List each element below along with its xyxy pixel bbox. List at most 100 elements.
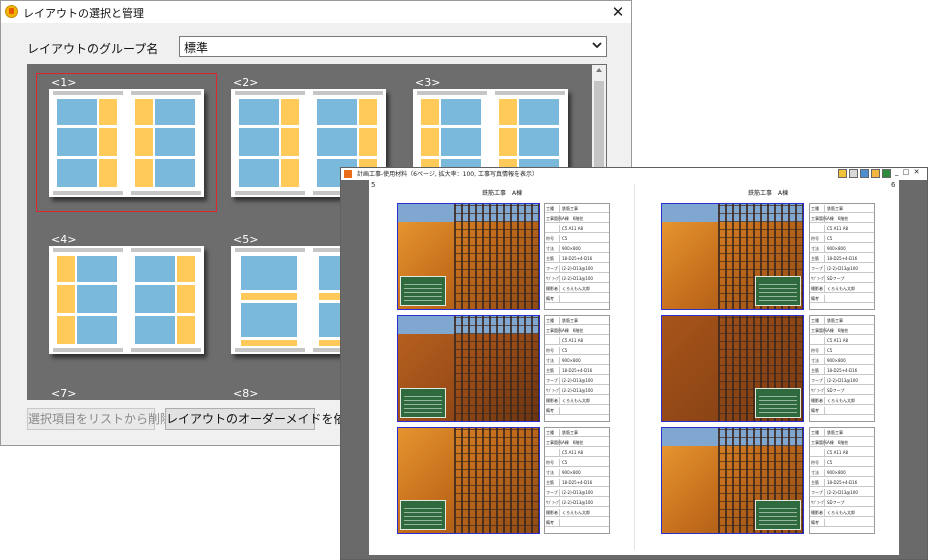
- cell: [57, 159, 97, 187]
- info-value: SDフープ: [827, 500, 845, 505]
- info-key: 工事箇所: [811, 439, 827, 446]
- info-key: 工種: [811, 429, 825, 436]
- info-row: 備考: [545, 295, 609, 303]
- info-key: 符号: [811, 459, 825, 466]
- info-row: 符号 C5: [810, 347, 874, 355]
- dialog-title: レイアウトの選択と管理: [23, 7, 144, 20]
- info-row: 主筋 18-D25+4-D16: [545, 367, 609, 375]
- info-key: 工種: [546, 205, 560, 212]
- info-value: (2-2)-D13@100: [827, 490, 858, 495]
- info-key: 備考: [546, 295, 560, 302]
- cell: [177, 316, 195, 344]
- photo-info-table: 工種 鉄筋工事 工事箇所 A棟 6階柱 C5 A11 A8 符号 C5 寸法 900×800 主筋…: [544, 315, 610, 422]
- site-photo[interactable]: [397, 203, 540, 310]
- layout-tile-1[interactable]: [49, 89, 204, 197]
- info-value: 18-D25+4-D16: [827, 368, 858, 373]
- info-value: 18-D25+4-D16: [562, 368, 593, 373]
- info-row: ｻﾌﾞﾌｰﾌﾟ SDフープ: [810, 387, 874, 395]
- info-value: C5: [827, 236, 833, 241]
- info-key: ｻﾌﾞﾌｰﾌﾟ: [546, 387, 560, 394]
- folder-icon[interactable]: [838, 169, 847, 178]
- site-photo[interactable]: [661, 203, 804, 310]
- info-key: 備考: [546, 519, 560, 526]
- tile-page: [131, 248, 201, 352]
- close-icon[interactable]: ✕: [607, 1, 629, 23]
- cell: [155, 99, 195, 125]
- window-controls[interactable]: _ □ ✕: [895, 168, 920, 176]
- info-value: くろえもん太郎: [827, 398, 855, 403]
- scroll-up-icon[interactable]: [592, 65, 606, 79]
- page-number-left: 5: [371, 181, 376, 189]
- photo-info-table: 工種 鉄筋工事 工事箇所 A棟 6階柱 C5 A11 A8 符号 C5 寸法 900×800 主筋…: [544, 427, 610, 534]
- info-row: 寸法 900×800: [810, 245, 874, 253]
- cell: [421, 128, 439, 156]
- info-key: フープ: [811, 489, 825, 496]
- site-photo[interactable]: [661, 315, 804, 422]
- save-icon[interactable]: [860, 169, 869, 178]
- layout-tile-4[interactable]: [49, 246, 204, 354]
- info-row: C5 A11 A8: [810, 449, 874, 457]
- info-key: 主筋: [811, 255, 825, 262]
- info-key: 主筋: [811, 367, 825, 374]
- info-row: 寸法 900×800: [545, 469, 609, 477]
- cell: [155, 159, 195, 187]
- photo-info-table: 工種 鉄筋工事 工事箇所 A棟 6階柱 C5 A11 A8 符号 C5 寸法 900×800 主筋…: [809, 315, 875, 422]
- info-value: 900×800: [827, 246, 846, 251]
- info-row: 備考: [810, 407, 874, 415]
- cell: [317, 128, 357, 156]
- info-key: [546, 225, 560, 232]
- page-heading-right: 鉄筋工事 A棟: [748, 190, 789, 197]
- cell: [177, 256, 195, 282]
- group-select[interactable]: 標準: [179, 36, 607, 57]
- info-key: 工種: [811, 317, 825, 324]
- info-key: 工種: [546, 429, 560, 436]
- info-value: (2-2)-D13@100: [562, 500, 593, 505]
- info-value: C5 A11 A8: [827, 450, 848, 455]
- info-row: ｻﾌﾞﾌｰﾌﾟ (2-2)-D13@100: [545, 387, 609, 395]
- info-value: (2-2)-D13@100: [827, 266, 858, 271]
- info-row: ｻﾌﾞﾌｰﾌﾟ (2-2)-D13@100: [545, 275, 609, 283]
- cell: [135, 99, 153, 125]
- cell: [441, 99, 481, 125]
- site-photo[interactable]: [397, 315, 540, 422]
- info-key: 工事箇所: [546, 327, 562, 334]
- info-row: 工事箇所 A棟 6階柱: [545, 215, 609, 223]
- info-row: 主筋 18-D25+4-D16: [810, 479, 874, 487]
- info-value: 鉄筋工事: [827, 318, 843, 323]
- site-photo[interactable]: [397, 427, 540, 534]
- info-key: フープ: [546, 265, 560, 272]
- page-icon[interactable]: [871, 169, 880, 178]
- app-icon: [5, 5, 18, 18]
- info-row: 備考: [545, 407, 609, 415]
- tile-page: [235, 91, 305, 195]
- info-row: フープ (2-2)-D13@100: [545, 265, 609, 273]
- tile-label-8: <8>: [233, 387, 259, 400]
- info-row: 撮影者 くろえもん太郎: [545, 285, 609, 293]
- cell: [239, 99, 279, 125]
- info-row: フープ (2-2)-D13@100: [810, 377, 874, 385]
- cell: [519, 99, 559, 125]
- info-row: 工種 鉄筋工事: [810, 205, 874, 213]
- info-value: 900×800: [562, 246, 581, 251]
- tile-page: [235, 248, 305, 352]
- delete-selected-button[interactable]: 選択項目をリストから削除: [27, 408, 172, 430]
- info-row: 符号 C5: [545, 235, 609, 243]
- info-key: 符号: [546, 347, 560, 354]
- info-row: 主筋 18-D25+4-D16: [545, 255, 609, 263]
- info-value: C5: [562, 348, 568, 353]
- info-row: C5 A11 A8: [545, 225, 609, 233]
- order-layout-button[interactable]: レイアウトのオーダーメイドを依頼: [165, 408, 358, 430]
- site-photo[interactable]: [661, 427, 804, 534]
- excel-icon[interactable]: [882, 169, 891, 178]
- info-value: A棟 6階柱: [562, 440, 584, 445]
- info-row: 工種 鉄筋工事: [810, 429, 874, 437]
- cell: [99, 128, 117, 156]
- info-row: 撮影者 くろえもん太郎: [810, 509, 874, 517]
- cell: [135, 256, 175, 282]
- cell: [77, 316, 117, 344]
- info-key: [811, 337, 825, 344]
- info-row: ｻﾌﾞﾌｰﾌﾟ (2-2)-D13@100: [545, 499, 609, 507]
- print-icon[interactable]: [849, 169, 858, 178]
- chevron-down-icon[interactable]: [592, 40, 602, 53]
- info-key: 工事箇所: [811, 327, 827, 334]
